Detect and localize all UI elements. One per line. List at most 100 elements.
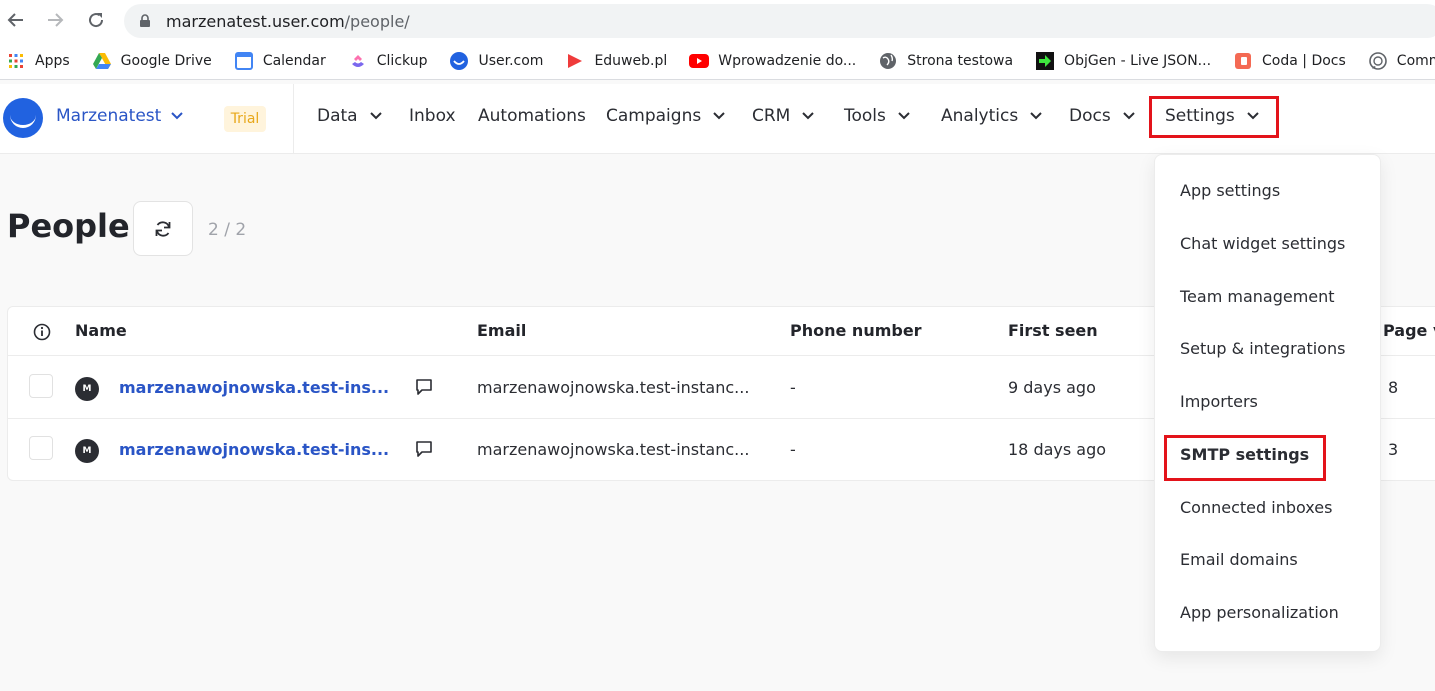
bookmark-eduweb[interactable]: Eduweb.pl [565, 51, 667, 71]
column-header-page-views[interactable]: Page v [1383, 321, 1435, 340]
row-checkbox[interactable] [29, 374, 53, 398]
phone-cell: - [790, 378, 796, 397]
menu-crm[interactable]: CRM [752, 106, 815, 126]
bookmark-label: Community [1396, 52, 1435, 69]
bookmark-google-drive[interactable]: Google Drive [92, 51, 212, 71]
menu-item-chat-widget-settings[interactable]: Chat widget settings [1180, 234, 1345, 253]
chat-icon[interactable] [414, 377, 434, 397]
refresh-icon [155, 220, 171, 237]
menu-label: CRM [752, 106, 791, 126]
header-divider [293, 84, 294, 154]
bookmark-label: Coda | Docs [1262, 52, 1346, 69]
eduweb-icon [565, 51, 585, 71]
youtube-icon [689, 51, 710, 71]
url-host: marzenatest.user.com [166, 11, 345, 31]
menu-campaigns[interactable]: Campaigns [606, 106, 725, 126]
url-path: /people/ [344, 11, 410, 31]
refresh-button[interactable] [133, 201, 193, 256]
menu-inbox[interactable]: Inbox [409, 106, 456, 126]
column-header-name[interactable]: Name [75, 321, 127, 340]
settings-dropdown-menu: App settings Chat widget settings Team m… [1154, 154, 1381, 652]
bookmark-calendar[interactable]: Calendar [234, 51, 326, 71]
bookmark-label: Calendar [262, 52, 326, 69]
first-seen-cell: 9 days ago [1008, 378, 1096, 397]
bookmark-coda[interactable]: Coda | Docs [1233, 51, 1346, 71]
chevron-down-icon [1122, 112, 1135, 120]
app-switcher[interactable]: Marzenatest [56, 106, 184, 126]
smtp-highlight-box [1164, 435, 1326, 481]
forward-icon[interactable] [43, 8, 67, 32]
column-header-phone[interactable]: Phone number [790, 321, 922, 340]
bookmark-label: Wprowadzenie do... [718, 52, 857, 69]
app-header: Marzenatest Trial Data Inbox Automations… [0, 84, 1435, 154]
avatar: M [75, 377, 99, 401]
bookmark-objgen[interactable]: ObjGen - Live JSON... [1035, 51, 1211, 71]
person-name-link[interactable]: marzenawojnowska.test-ins... [119, 440, 389, 459]
lock-icon [140, 14, 150, 27]
menu-analytics[interactable]: Analytics [941, 106, 1042, 126]
menu-label: Docs [1069, 106, 1111, 126]
person-name-link[interactable]: marzenawojnowska.test-ins... [119, 378, 389, 397]
menu-item-email-domains[interactable]: Email domains [1180, 550, 1298, 569]
back-icon[interactable] [4, 8, 28, 32]
apps-grid-icon [6, 51, 26, 71]
first-seen-cell: 18 days ago [1008, 440, 1107, 459]
column-header-email[interactable]: Email [477, 321, 526, 340]
menu-item-importers[interactable]: Importers [1180, 392, 1258, 411]
calendar-icon [234, 51, 254, 71]
usercom-logo[interactable] [3, 98, 43, 138]
browser-toolbar: marzenatest.user.com/people/ [0, 0, 1435, 42]
chevron-down-icon [369, 112, 382, 120]
bookmark-usercom[interactable]: User.com [449, 51, 543, 71]
chat-icon[interactable] [414, 439, 434, 459]
email-cell: marzenawojnowska.test-instanc... [477, 440, 750, 459]
avatar: M [75, 439, 99, 463]
app-name-label: Marzenatest [56, 106, 162, 126]
bookmark-strona-testowa[interactable]: Strona testowa [878, 51, 1013, 71]
bookmark-label: Eduweb.pl [594, 52, 668, 69]
bookmark-label: Apps [35, 52, 70, 69]
address-bar[interactable]: marzenatest.user.com/people/ [124, 4, 1435, 38]
bookmark-label: ObjGen - Live JSON... [1064, 52, 1212, 69]
chevron-down-icon [1030, 112, 1042, 120]
info-icon[interactable] [33, 323, 51, 341]
community-icon [1368, 51, 1388, 71]
bookmark-apps[interactable]: Apps [6, 51, 70, 71]
bookmarks-bar: Apps Google Drive Calendar Clickup User.… [0, 42, 1435, 80]
settings-highlight-box [1149, 96, 1279, 138]
bookmark-youtube[interactable]: Wprowadzenie do... [689, 51, 856, 71]
menu-item-app-personalization[interactable]: App personalization [1180, 603, 1339, 622]
trial-badge: Trial [224, 106, 266, 132]
page-views-cell: 8 [1388, 378, 1399, 397]
google-drive-icon [92, 51, 112, 71]
coda-icon [1233, 51, 1253, 71]
menu-label: Data [317, 106, 358, 126]
bookmark-label: Strona testowa [907, 52, 1014, 69]
chevron-down-icon [713, 112, 725, 120]
page-views-cell: 3 [1388, 440, 1399, 459]
record-count: 2 / 2 [208, 220, 247, 240]
bookmark-clickup[interactable]: Clickup [348, 51, 427, 71]
objgen-icon [1035, 51, 1055, 71]
page-title: People [7, 207, 130, 245]
usercom-icon [449, 51, 469, 71]
menu-automations[interactable]: Automations [478, 106, 586, 126]
menu-item-setup-integrations[interactable]: Setup & integrations [1180, 339, 1345, 358]
menu-item-app-settings[interactable]: App settings [1180, 181, 1280, 200]
reload-icon[interactable] [84, 8, 108, 32]
globe-icon [878, 51, 898, 71]
url-text: marzenatest.user.com/people/ [166, 12, 410, 31]
clickup-icon [348, 51, 368, 71]
column-header-first-seen[interactable]: First seen [1008, 321, 1098, 340]
row-checkbox[interactable] [29, 436, 53, 460]
bookmark-label: User.com [478, 52, 544, 69]
menu-item-connected-inboxes[interactable]: Connected inboxes [1180, 498, 1332, 517]
email-cell: marzenawojnowska.test-instanc... [477, 378, 750, 397]
menu-label: Analytics [941, 106, 1019, 126]
bookmark-community[interactable]: Community [1368, 51, 1435, 71]
menu-data[interactable]: Data [317, 106, 382, 126]
menu-item-team-management[interactable]: Team management [1180, 287, 1335, 306]
menu-label: Campaigns [606, 106, 702, 126]
menu-docs[interactable]: Docs [1069, 106, 1135, 126]
menu-tools[interactable]: Tools [844, 106, 910, 126]
